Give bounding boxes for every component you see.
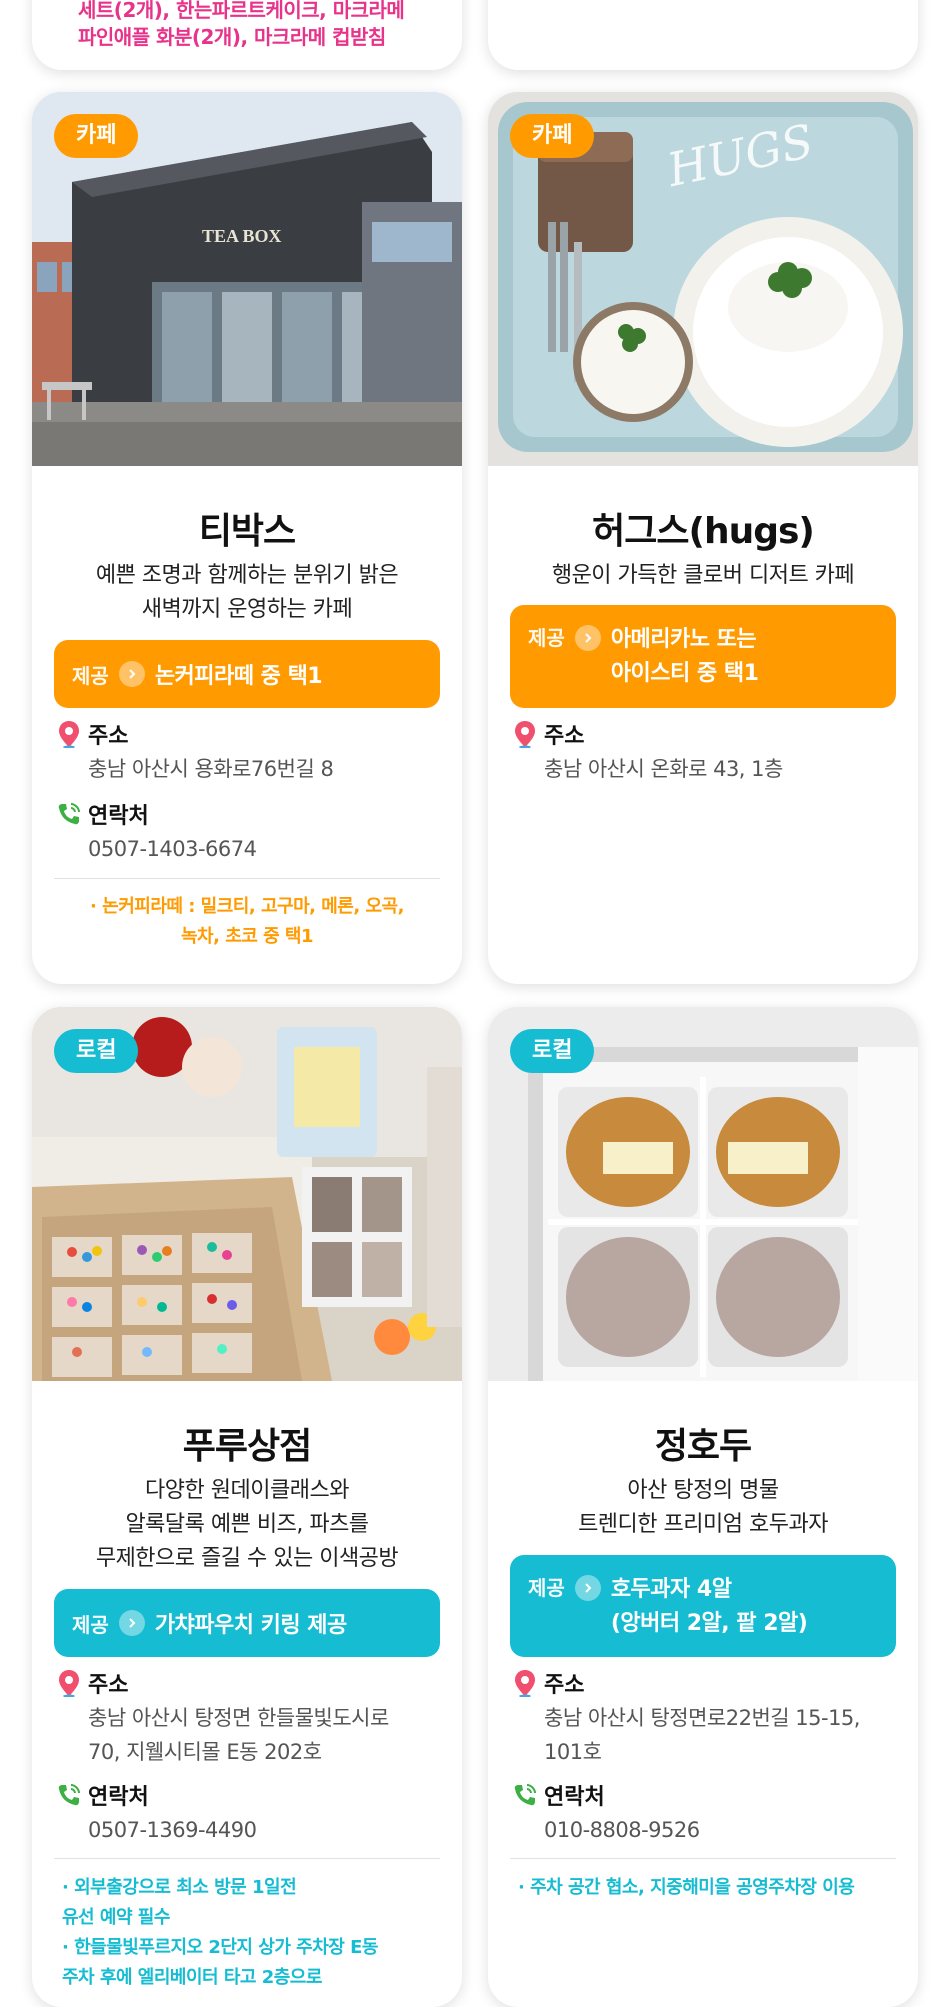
phone-icon [54,799,84,829]
place-name: 정호두 [654,1426,752,1467]
contact-title: 연락처 [54,1779,149,1811]
address-title: 주소 [54,1667,128,1699]
place-card-puru[interactable]: 로컬 푸루상점 다양한 원데이클래스와 알록달록 예쁜 비즈, 파츠를 무제한으… [32,1007,462,2007]
location-pin-icon [54,719,84,749]
partial-card-text-line2: 파인애플 화분(2개), 마크라메 컵받침 [78,25,386,49]
offer-label: 제공 [72,1612,109,1637]
place-description: 행운이 가득한 클로버 디저트 카페 [551,563,855,588]
teabox-sign-text: TEA BOX [202,226,282,246]
chevron-right-icon [118,1610,145,1636]
address-value: 충남 아산시 온화로 43, 1층 [544,757,783,781]
location-pin-icon [54,1668,84,1698]
address-value: 충남 아산시 탕정면 한들물빛도시로 70, 지웰시티몰 E동 202호 [88,1706,389,1764]
address-title: 주소 [510,718,584,750]
address-title: 주소 [510,1667,584,1699]
offer-label: 제공 [72,663,109,688]
place-name: 푸루상점 [182,1426,312,1467]
divider [54,878,440,879]
category-tag: 로컬 [54,1029,139,1073]
category-tag: 로컬 [510,1029,595,1073]
address-value: 충남 아산시 용화로76번길 8 [88,757,334,781]
place-card-teabox[interactable]: TEA BOX 카페 티박스 예쁜 조명과 함께하는 분위기 밝은 새벽까지 운… [32,92,462,984]
partial-card-text-line1: 세트(2개), 한는파르트케이크, 마크라메 [78,0,405,22]
contact-title: 연락처 [54,798,149,830]
chevron-right-icon [574,1575,601,1601]
notes: · 외부출강으로 최소 방문 1일전 유선 예약 필수 · 한들물빛푸르지오 2… [62,1877,378,1988]
offer-box: 제공 논커피라떼 중 택1 [54,640,440,708]
offer-label: 제공 [528,626,565,650]
category-tag: 카페 [54,114,139,158]
contact-value[interactable]: 0507-1403-6674 [88,832,440,866]
location-pin-icon [510,719,540,749]
offer-text: 가챠파우치 키링 제공 [154,1613,347,1638]
place-description: 아산 탕정의 명물 트렌디한 프리미엄 호두과자 [578,1478,828,1537]
notes: · 논커피라떼 : 밀크티, 고구마, 메론, 오곡, 녹차, 초코 중 택1 [90,896,404,947]
partial-card-left: 세트(2개), 한는파르트케이크, 마크라메 파인애플 화분(2개), 마크라메… [32,0,462,70]
partial-card-right [488,0,918,70]
place-description: 다양한 원데이클래스와 알록달록 예쁜 비즈, 파츠를 무제한으로 즐길 수 있… [95,1478,399,1571]
place-description: 예쁜 조명과 함께하는 분위기 밝은 새벽까지 운영하는 카페 [95,563,399,622]
divider [510,1858,896,1859]
place-name: 티박스 [198,511,296,552]
category-tag: 카페 [510,114,595,158]
address-value: 충남 아산시 탕정면로22번길 15-15, 101호 [544,1706,860,1764]
contact-value[interactable]: 0507-1369-4490 [88,1813,440,1847]
phone-icon [510,1780,540,1810]
offer-box: 제공 호두과자 4알 (앙버터 2알, 팥 2알) [510,1555,896,1657]
offer-text: 아메리카노 또는 아이스티 중 택1 [610,627,759,686]
contact-title: 연락처 [510,1779,605,1811]
divider [54,1858,440,1859]
notes: · 주차 공간 협소, 지중해미을 공영주차장 이용 [518,1877,855,1898]
place-card-junghodu[interactable]: 로컬 정호두 아산 탕정의 명물 트렌디한 프리미엄 호두과자 제공 호두과자 … [488,1007,918,2007]
chevron-right-icon [118,661,145,687]
contact-value[interactable]: 010-8808-9526 [544,1813,896,1847]
offer-box: 제공 아메리카노 또는 아이스티 중 택1 [510,605,896,708]
offer-label: 제공 [528,1576,565,1600]
place-name: 허그스(hugs) [592,511,815,552]
chevron-right-icon [574,625,601,651]
offer-text: 호두과자 4알 (앙버터 2알, 팥 2알) [610,1577,808,1636]
offer-text: 논커피라떼 중 택1 [154,664,323,689]
phone-icon [54,1780,84,1810]
location-pin-icon [510,1668,540,1698]
offer-box: 제공 가챠파우치 키링 제공 [54,1589,440,1657]
address-title: 주소 [54,718,128,750]
place-card-hugs[interactable]: HUGS 카페 허그스(hugs) 행운이 가득한 클로버 디저트 카페 제공 … [488,92,918,984]
